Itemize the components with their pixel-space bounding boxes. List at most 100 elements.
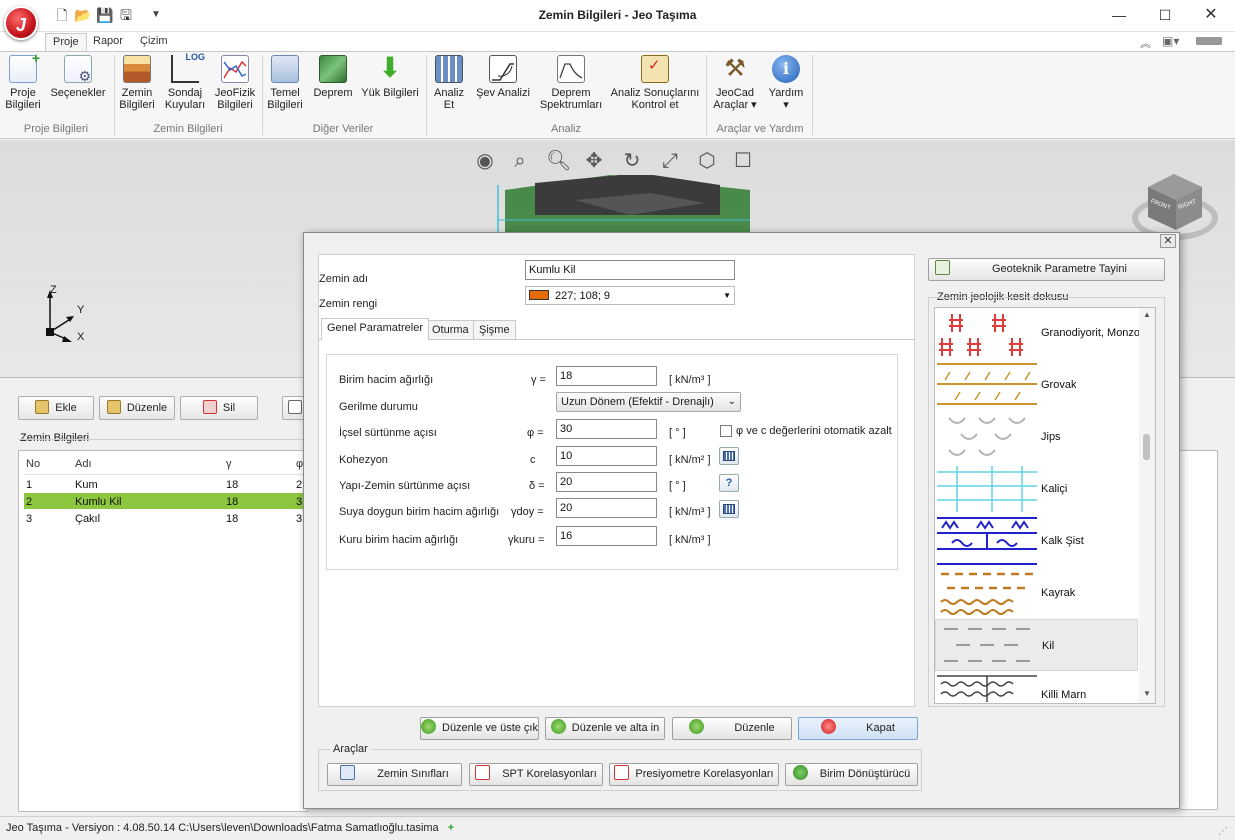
app-logo[interactable]: J [4,6,38,40]
scroll-down-icon[interactable]: ▼ [1143,689,1151,698]
close-window-icon[interactable]: ✕ [1188,0,1234,30]
table-row-gamma[interactable]: 18 [226,496,238,508]
tab-cizim[interactable]: Çizim [133,33,175,51]
delete-button[interactable]: Sil [180,396,258,420]
tab-rapor[interactable]: Rapor [86,33,130,51]
cohesion-input[interactable]: 10 [556,446,657,466]
boreholes-button[interactable]: LOG Sondaj Kuyuları [162,52,208,111]
foundation-info-button[interactable]: Temel Bilgileri [266,55,304,111]
stress-state-select[interactable]: Uzun Dönem (Efektif - Drenajlı) ⌄ [556,392,741,412]
fit-view-icon[interactable]: ⤢ [658,149,682,173]
help-button[interactable]: i Yardım ▾ [764,55,808,111]
list-item[interactable]: Granodiyorit, Monzo [935,307,1140,359]
spectrum-button[interactable]: Deprem Spektrumları [538,55,604,111]
table-row-phi[interactable]: 2 [296,479,302,491]
check-results-button[interactable]: ✓ Analiz Sonuçlarını Kontrol et [608,55,702,111]
interface-friction-input[interactable]: 20 [556,472,657,492]
table-row-name[interactable]: Çakıl [75,513,100,525]
save-button[interactable]: Düzenle [672,717,792,740]
list-item[interactable]: Kaliçi [935,463,1138,515]
save-all-icon[interactable]: 🖫 [118,7,134,23]
soil-classes-button[interactable]: Zemin Sınıfları [327,763,462,786]
interface-friction-help-button[interactable]: ? [719,474,739,492]
soil-color-dropdown[interactable]: 227; 108; 9 ▼ [525,286,735,305]
ribbon-collapse-icon[interactable]: ︽ [1140,35,1151,51]
dry-weight-input[interactable]: 16 [556,526,657,546]
table-row-no[interactable]: 1 [26,479,32,491]
close-button[interactable]: Kapat [798,717,918,740]
square-view-icon[interactable]: ☐ [731,149,755,173]
spt-correlations-button[interactable]: SPT Korelasyonları [469,763,603,786]
scroll-up-icon[interactable]: ▲ [1143,310,1151,319]
tab-settlement[interactable]: Oturma [426,320,475,340]
table-row-no[interactable]: 3 [26,513,32,525]
interface-friction-unit: [ ° ] [669,480,686,492]
options-button[interactable]: ⚙ Seçenekler [48,55,108,99]
table-row-gamma[interactable]: 18 [226,479,238,491]
save-and-down-button[interactable]: Düzenle ve alta in [545,717,665,740]
tab-proje[interactable]: Proje [45,33,87,51]
new-file-icon[interactable]: 🗋 [54,7,70,23]
edit-label: Düzenle [126,402,168,414]
table-row-no[interactable]: 2 [26,496,32,508]
list-item[interactable]: Grovak [935,359,1138,411]
table-row-phi[interactable]: 3 [296,513,302,525]
col-header-no[interactable]: No [26,458,40,470]
minimize-icon[interactable]: — [1096,0,1142,30]
table-row-name[interactable]: Kumlu Kil [75,496,121,508]
auto-reduce-checkbox[interactable] [720,425,732,437]
friction-angle-input[interactable]: 30 [556,419,657,439]
cube-view-icon[interactable]: ⬡ [695,149,719,173]
open-folder-icon[interactable]: 📂 [74,7,91,23]
analyze-button[interactable]: Analiz Et [430,55,468,111]
saturated-weight-calculator-button[interactable] [719,500,739,518]
dialog-close-icon[interactable]: ✕ [1160,234,1176,248]
saturated-weight-input[interactable]: 20 [556,498,657,518]
rotate-icon[interactable]: ↻ [620,149,644,173]
arrow-down-circle-icon [550,719,566,734]
3d-model[interactable] [490,175,760,233]
group-label-proje-bilgileri: Proje Bilgileri [23,123,89,135]
soil-info-button[interactable]: Zemin Bilgileri [118,55,156,111]
list-item[interactable]: Kil [935,619,1138,671]
cohesion-calculator-button[interactable] [719,447,739,465]
col-header-gamma[interactable]: γ [226,458,232,470]
status-add-icon[interactable]: + [448,822,454,834]
col-header-name[interactable]: Adı [75,458,92,470]
list-item[interactable]: Kalk Şist [935,515,1138,567]
resize-grip-icon[interactable]: ⋰ [1218,826,1228,837]
save-icon[interactable]: 💾 [96,7,113,23]
pressuremeter-correlations-button[interactable]: Presiyometre Korelasyonları [609,763,779,786]
edit-button[interactable]: Düzenle [99,396,175,420]
jeocad-tools-button[interactable]: ⚒ JeoCad Araçlar ▾ [710,55,760,111]
eye-icon[interactable]: ◉ [473,149,497,173]
project-info-button[interactable]: + Proje Bilgileri [4,51,42,111]
texture-list-scrollbar[interactable] [1139,308,1155,703]
geotechnical-params-button[interactable]: Geoteknik Parametre Tayini [928,258,1165,281]
ribbon-style-icon[interactable] [1196,37,1222,45]
pan-icon[interactable]: ✥ [582,149,606,173]
tab-swelling[interactable]: Şişme [473,320,516,340]
scroll-thumb[interactable] [1143,434,1150,460]
maximize-icon[interactable]: ☐ [1142,0,1188,30]
soil-name-input[interactable]: Kumlu Kil [525,260,735,280]
unit-weight-input[interactable]: 18 [556,366,657,386]
unit-converter-button[interactable]: Birim Dönüştürücü [785,763,918,786]
earthquake-button[interactable]: Deprem [310,55,356,99]
table-row-phi[interactable]: 3 [296,496,302,508]
list-item[interactable]: Jips [935,411,1138,463]
save-and-up-button[interactable]: Düzenle ve üste çık [420,717,539,740]
slope-analysis-button[interactable]: Şev Analizi [472,55,534,99]
zoom-window-icon[interactable]: ⌕ [508,149,532,173]
list-item[interactable]: Kayrak [935,567,1138,619]
ribbon-options-icon[interactable]: ▣▾ [1162,34,1179,48]
zoom-icon[interactable]: 🔍︎ [546,149,571,173]
add-button[interactable]: Ekle [18,396,94,420]
table-row-name[interactable]: Kum [75,479,98,491]
load-info-button[interactable]: ⬇ Yük Bilgileri [360,54,420,100]
geophysics-button[interactable]: JeoFizik Bilgileri [212,55,258,111]
quick-access-dropdown-icon[interactable]: ▼ [148,7,164,23]
list-item[interactable]: Killi Marn [935,671,1138,703]
tab-general-params[interactable]: Genel Paramatreler [321,318,429,340]
table-row-gamma[interactable]: 18 [226,513,238,525]
